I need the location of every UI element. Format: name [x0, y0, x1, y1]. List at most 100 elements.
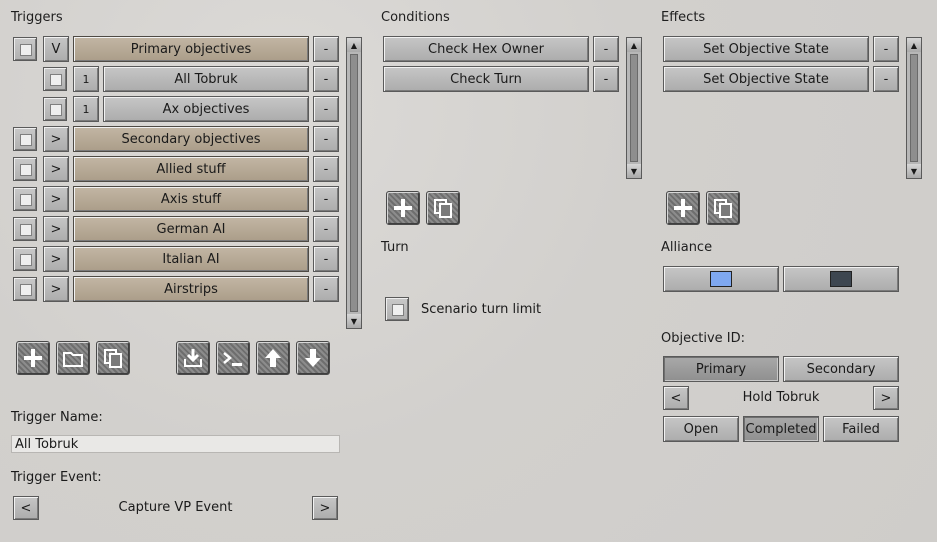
trigger-expand-toggle[interactable]: >: [43, 186, 69, 212]
condition-item[interactable]: Check Hex Owner: [383, 36, 589, 62]
copy-icon: [434, 199, 452, 218]
condition-item[interactable]: Check Turn: [383, 66, 589, 92]
alliance-axis-button[interactable]: [783, 266, 899, 292]
scroll-track[interactable]: [910, 54, 918, 162]
plus-icon: [24, 349, 42, 367]
scenario-turn-limit-checkbox[interactable]: [385, 297, 409, 321]
trigger-item[interactable]: Italian AI: [73, 246, 309, 272]
event-prev-button[interactable]: <: [13, 496, 39, 520]
alliance-title: Alliance: [661, 240, 713, 255]
objective-tab-secondary[interactable]: Secondary: [783, 356, 899, 382]
scroll-up-icon[interactable]: ▲: [627, 38, 641, 52]
remove-trigger-button[interactable]: -: [313, 156, 339, 182]
trigger-expand-toggle[interactable]: >: [43, 276, 69, 302]
trigger-expand-toggle[interactable]: >: [43, 156, 69, 182]
event-next-button[interactable]: >: [312, 496, 338, 520]
effects-scrollbar[interactable]: ▲ ▼: [906, 37, 922, 179]
remove-condition-button[interactable]: -: [593, 36, 619, 62]
remove-condition-button[interactable]: -: [593, 66, 619, 92]
effect-item[interactable]: Set Objective State: [663, 36, 869, 62]
objective-next-button[interactable]: >: [873, 386, 899, 410]
remove-trigger-button[interactable]: -: [313, 216, 339, 242]
copy-trigger-button[interactable]: [96, 341, 130, 375]
remove-effect-button[interactable]: -: [873, 36, 899, 62]
turn-title: Turn: [381, 240, 409, 255]
move-down-button[interactable]: [296, 341, 330, 375]
scroll-down-icon[interactable]: ▼: [347, 314, 361, 328]
trigger-item[interactable]: Allied stuff: [73, 156, 309, 182]
scroll-track[interactable]: [350, 54, 358, 312]
state-completed-button[interactable]: Completed: [743, 416, 819, 442]
plus-icon: [674, 199, 692, 217]
trigger-checkbox[interactable]: [13, 157, 37, 181]
scroll-up-icon[interactable]: ▲: [347, 38, 361, 52]
trigger-event-label: Trigger Event:: [11, 470, 102, 485]
console-button[interactable]: [216, 341, 250, 375]
arrow-up-icon: [265, 349, 281, 367]
trigger-checkbox[interactable]: [13, 127, 37, 151]
conditions-title: Conditions: [381, 10, 450, 25]
objective-tab-primary[interactable]: Primary: [663, 356, 779, 382]
trigger-expand-toggle[interactable]: V: [43, 36, 69, 62]
remove-trigger-button[interactable]: -: [313, 66, 339, 92]
trigger-checkbox[interactable]: [43, 67, 67, 91]
remove-trigger-button[interactable]: -: [313, 186, 339, 212]
trigger-item[interactable]: German AI: [73, 216, 309, 242]
trigger-checkbox[interactable]: [43, 97, 67, 121]
copy-condition-button[interactable]: [426, 191, 460, 225]
import-icon: [184, 349, 202, 367]
add-trigger-button[interactable]: [16, 341, 50, 375]
objective-prev-button[interactable]: <: [663, 386, 689, 410]
alliance-color-swatch: [830, 271, 852, 287]
trigger-item[interactable]: Axis stuff: [73, 186, 309, 212]
trigger-expand-toggle[interactable]: 1: [73, 66, 99, 92]
remove-effect-button[interactable]: -: [873, 66, 899, 92]
trigger-item[interactable]: Secondary objectives: [73, 126, 309, 152]
trigger-checkbox[interactable]: [13, 277, 37, 301]
trigger-expand-toggle[interactable]: >: [43, 126, 69, 152]
conditions-scrollbar[interactable]: ▲ ▼: [626, 37, 642, 179]
state-failed-button[interactable]: Failed: [823, 416, 899, 442]
remove-trigger-button[interactable]: -: [313, 276, 339, 302]
plus-icon: [394, 199, 412, 217]
trigger-item[interactable]: Primary objectives: [73, 36, 309, 62]
trigger-expand-toggle[interactable]: >: [43, 246, 69, 272]
import-button[interactable]: [176, 341, 210, 375]
triggers-scrollbar[interactable]: ▲ ▼: [346, 37, 362, 329]
arrow-down-icon: [305, 349, 321, 367]
trigger-checkbox[interactable]: [13, 217, 37, 241]
trigger-name-input[interactable]: All Tobruk: [11, 435, 340, 453]
trigger-expand-toggle[interactable]: >: [43, 216, 69, 242]
scroll-track[interactable]: [630, 54, 638, 162]
scroll-down-icon[interactable]: ▼: [907, 164, 921, 178]
objective-id-title: Objective ID:: [661, 331, 745, 346]
add-condition-button[interactable]: [386, 191, 420, 225]
remove-trigger-button[interactable]: -: [313, 96, 339, 122]
scroll-up-icon[interactable]: ▲: [907, 38, 921, 52]
remove-trigger-button[interactable]: -: [313, 36, 339, 62]
add-effect-button[interactable]: [666, 191, 700, 225]
effects-title: Effects: [661, 10, 706, 25]
scroll-down-icon[interactable]: ▼: [627, 164, 641, 178]
trigger-item[interactable]: All Tobruk: [103, 66, 309, 92]
state-open-button[interactable]: Open: [663, 416, 739, 442]
effect-item[interactable]: Set Objective State: [663, 66, 869, 92]
console-icon: [223, 352, 242, 366]
trigger-name-label: Trigger Name:: [11, 410, 103, 425]
trigger-checkbox[interactable]: [13, 247, 37, 271]
trigger-item[interactable]: Airstrips: [73, 276, 309, 302]
trigger-item[interactable]: Ax objectives: [103, 96, 309, 122]
copy-effect-button[interactable]: [706, 191, 740, 225]
trigger-checkbox[interactable]: [13, 187, 37, 211]
objective-value: Hold Tobruk: [742, 390, 820, 405]
remove-trigger-button[interactable]: -: [313, 246, 339, 272]
move-up-button[interactable]: [256, 341, 290, 375]
alliance-allied-button[interactable]: [663, 266, 779, 292]
scenario-turn-limit-label: Scenario turn limit: [421, 302, 542, 317]
add-folder-button[interactable]: [56, 341, 90, 375]
remove-trigger-button[interactable]: -: [313, 126, 339, 152]
trigger-expand-toggle[interactable]: 1: [73, 96, 99, 122]
copy-icon: [714, 199, 732, 218]
trigger-checkbox[interactable]: [13, 37, 37, 61]
alliance-color-swatch: [710, 271, 732, 287]
